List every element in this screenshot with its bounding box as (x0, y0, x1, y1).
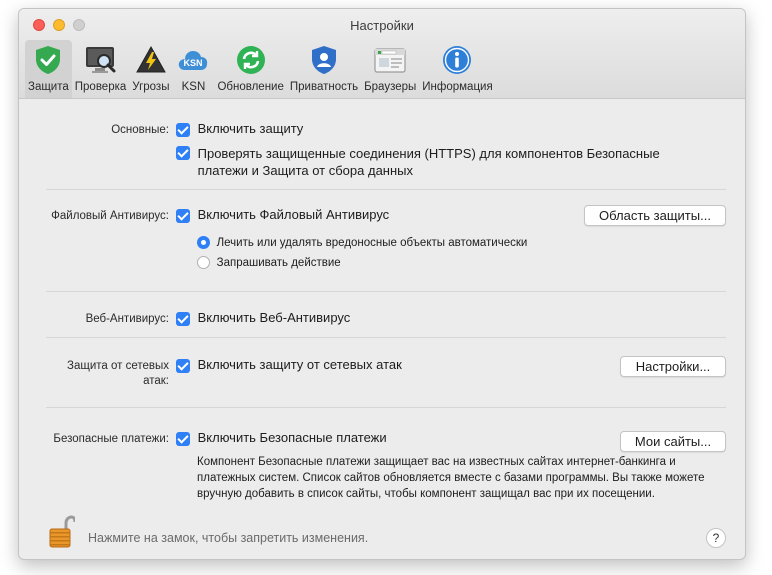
browser-window-icon (372, 42, 408, 78)
ksn-cloud-icon: KSN (175, 42, 211, 78)
section-label-network-attack: Защита от сетевых атак: (29, 359, 169, 389)
privacy-user-icon (306, 42, 342, 78)
ask-action-option[interactable]: Запрашивать действие (197, 254, 341, 270)
threat-warning-icon (133, 42, 169, 78)
enable-protection-checkbox[interactable] (176, 122, 190, 137)
enable-web-antivirus-checkbox[interactable] (176, 311, 190, 326)
toolbar: Защита Проверка Угрозы KSN KSN Обновлени… (25, 40, 496, 98)
safe-money-desc-line-1: Компонент Безопасные платежи защищает ва… (197, 456, 676, 468)
tab-ksn-label: KSN (181, 81, 206, 93)
info-icon (439, 42, 475, 78)
tab-threats-label: Угрозы (132, 81, 170, 93)
divider (46, 407, 726, 408)
help-button[interactable]: ? (706, 528, 726, 548)
tab-information[interactable]: Информация (419, 40, 495, 98)
tab-scan-label: Проверка (74, 81, 127, 93)
enable-network-protection-label: Включить защиту от сетевых атак (197, 357, 402, 372)
enable-safe-money-checkbox[interactable] (176, 431, 190, 446)
safe-money-description: Компонент Безопасные платежи защищает ва… (197, 454, 727, 502)
window-title: Настройки (350, 18, 414, 33)
section-label-basic: Основные: (111, 124, 169, 136)
enable-safe-money-label: Включить Безопасные платежи (197, 430, 387, 445)
section-label-file-antivirus: Файловый Антивирус: (51, 210, 169, 222)
tab-privacy[interactable]: Приватность (287, 40, 361, 98)
ask-action-radio[interactable] (197, 256, 210, 270)
tab-threats[interactable]: Угрозы (129, 40, 172, 98)
check-https-checkbox[interactable] (176, 146, 190, 160)
tab-privacy-label: Приватность (289, 81, 359, 93)
scan-monitor-icon (83, 42, 119, 78)
section-label-safe-money: Безопасные платежи: (53, 433, 169, 445)
network-label-line-2: атак: (143, 375, 169, 387)
enable-network-protection-checkbox[interactable] (176, 358, 190, 373)
title-bar: Настройки Защита Проверка Угрозы KSN KSN… (19, 9, 745, 99)
enable-file-antivirus-label: Включить Файловый Антивирус (197, 207, 390, 222)
enable-file-antivirus-checkbox[interactable] (176, 208, 190, 223)
auto-disinfect-radio[interactable] (197, 236, 210, 250)
protection-scope-button[interactable]: Область защиты... (584, 205, 726, 226)
section-label-web-antivirus: Веб-Антивирус: (85, 313, 169, 325)
safe-money-desc-line-3: вручную добавить в список сайты, чтобы к… (197, 488, 655, 500)
shield-check-icon (30, 42, 66, 78)
svg-text:KSN: KSN (184, 58, 203, 68)
unlocked-padlock-icon (49, 515, 77, 548)
check-https-line-2: платежи и Защита от сбора данных (197, 163, 413, 178)
update-arrows-icon (233, 42, 269, 78)
tab-update-label: Обновление (217, 81, 284, 93)
tab-browsers-label: Браузеры (364, 81, 417, 93)
my-sites-button[interactable]: Мои сайты... (620, 431, 726, 452)
tab-protection-label: Защита (28, 81, 69, 93)
settings-content: Основные: Включить защиту Проверять защи… (19, 100, 745, 559)
settings-window: Настройки Защита Проверка Угрозы KSN KSN… (18, 8, 746, 560)
enable-web-antivirus-label: Включить Веб-Антивирус (197, 310, 351, 325)
check-https-label: Проверять защищенные соединения (HTTPS) … (198, 145, 660, 179)
tab-scan[interactable]: Проверка (72, 40, 130, 98)
tab-protection[interactable]: Защита (25, 40, 72, 98)
tab-information-label: Информация (422, 81, 493, 93)
tab-browsers[interactable]: Браузеры (361, 40, 419, 98)
enable-file-antivirus-option[interactable]: Включить Файловый Антивирус (176, 207, 389, 223)
lock-hint-text: Нажмите на замок, чтобы запретить измене… (88, 531, 369, 545)
tab-update[interactable]: Обновление (214, 40, 286, 98)
ask-action-label: Запрашивать действие (216, 257, 341, 269)
check-https-option[interactable]: Проверять защищенные соединения (HTTPS) … (176, 145, 660, 179)
tab-ksn[interactable]: KSN KSN (172, 40, 214, 98)
auto-disinfect-option[interactable]: Лечить или удалять вредоносные объекты а… (197, 234, 528, 250)
safe-money-desc-line-2: платежных систем. Список сайтов обновляе… (197, 472, 705, 484)
enable-protection-label: Включить защиту (197, 121, 304, 136)
divider (46, 189, 726, 190)
network-label-line-1: Защита от сетевых (67, 360, 169, 372)
enable-web-antivirus-option[interactable]: Включить Веб-Антивирус (176, 310, 350, 326)
auto-disinfect-label: Лечить или удалять вредоносные объекты а… (216, 237, 528, 249)
enable-safe-money-option[interactable]: Включить Безопасные платежи (176, 430, 387, 446)
check-https-line-1: Проверять защищенные соединения (HTTPS) … (197, 146, 660, 161)
enable-protection-option[interactable]: Включить защиту (176, 121, 303, 137)
network-settings-button[interactable]: Настройки... (620, 356, 726, 377)
enable-network-protection-option[interactable]: Включить защиту от сетевых атак (176, 357, 402, 373)
divider (46, 291, 726, 292)
divider (46, 337, 726, 338)
lock-button[interactable] (49, 515, 77, 552)
